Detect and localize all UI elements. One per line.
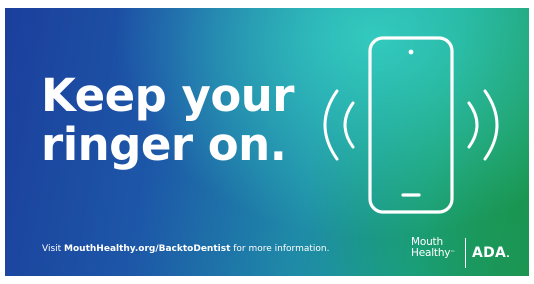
mouth-healthy-logo-line-2: Healthy™ xyxy=(411,247,456,259)
headline-line-1: Keep your xyxy=(41,69,294,122)
phone-body xyxy=(368,36,454,214)
headline: Keep your ringer on. xyxy=(41,71,294,169)
ad-banner: Keep your ringer on. Visit MouthHealthy.… xyxy=(5,8,529,276)
ada-logo: ADA. xyxy=(472,245,510,261)
logo-divider xyxy=(465,238,466,268)
sound-wave-right-outer xyxy=(483,89,499,161)
footer-suffix: for more information. xyxy=(230,244,330,254)
ringing-phone-icon xyxy=(323,36,499,214)
sound-wave-right-inner xyxy=(467,101,479,149)
sound-wave-left-inner xyxy=(343,101,355,149)
phone-camera-dot xyxy=(408,49,414,55)
sound-wave-left-outer xyxy=(323,89,339,161)
footer-url-link[interactable]: MouthHealthy.org/BacktoDentist xyxy=(64,244,230,254)
footer-info-text: Visit MouthHealthy.org/BacktoDentist for… xyxy=(42,244,329,254)
footer-prefix: Visit xyxy=(42,244,65,254)
headline-line-2: ringer on. xyxy=(41,118,287,171)
mouth-healthy-logo: Mouth Healthy™ xyxy=(411,237,455,259)
